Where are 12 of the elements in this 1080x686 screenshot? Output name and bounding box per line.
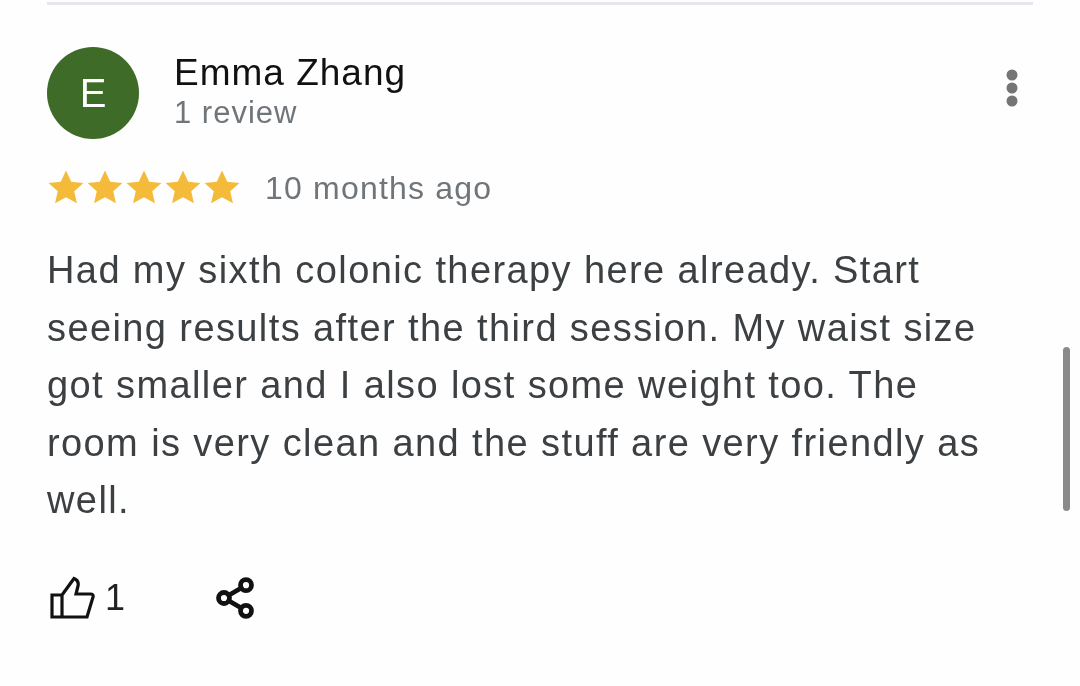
- filled-star-icon: [86, 169, 124, 206]
- thumbs-up-icon: [49, 575, 95, 620]
- filled-star-icon: [203, 169, 241, 206]
- like-button[interactable]: 1: [47, 575, 126, 620]
- filled-star-icon: [125, 169, 163, 206]
- review-text: Had my sixth colonic therapy here already. Start seeing results after the third session. My waist size got smaller and I also lost some weight too. The room is very clean and the stuff are very friendly as well.: [47, 248, 982, 523]
- filled-star-icon: [47, 169, 85, 206]
- reviewer-name[interactable]: Emma Zhang: [174, 52, 407, 94]
- more-options-icon: [1005, 68, 1019, 108]
- review-count: 1 review: [174, 95, 299, 131]
- filled-star-icon: [164, 169, 202, 206]
- review-date: 10 months ago: [265, 169, 493, 206]
